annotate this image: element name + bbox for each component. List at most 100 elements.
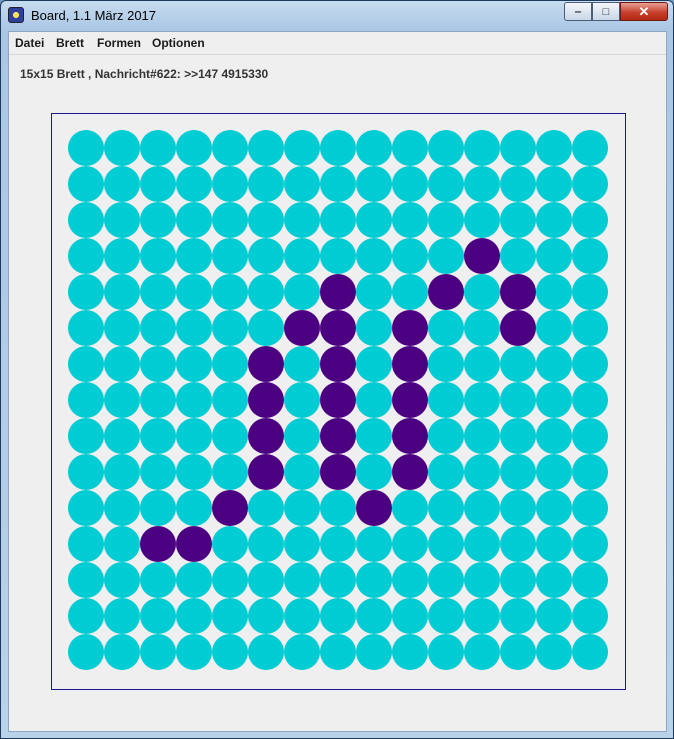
board-cell-empty[interactable] [572,310,608,346]
board-cell-empty[interactable] [68,598,104,634]
board-cell-empty[interactable] [68,310,104,346]
title-bar[interactable]: Board, 1.1 März 2017 ‒ □ ✕ [1,1,673,31]
board-cell-empty[interactable] [464,454,500,490]
board-cell-empty[interactable] [392,490,428,526]
maximize-button[interactable]: □ [592,2,620,21]
board-cell-filled[interactable] [176,526,212,562]
board-cell-empty[interactable] [140,346,176,382]
board-cell-empty[interactable] [176,382,212,418]
board-cell-empty[interactable] [392,274,428,310]
board-cell-empty[interactable] [428,130,464,166]
board-cell-empty[interactable] [392,238,428,274]
board-cell-empty[interactable] [68,634,104,670]
board-cell-empty[interactable] [356,130,392,166]
board-cell-empty[interactable] [356,238,392,274]
board-cell-empty[interactable] [248,526,284,562]
board-cell-filled[interactable] [500,274,536,310]
board-cell-empty[interactable] [356,454,392,490]
board-cell-empty[interactable] [428,418,464,454]
board-cell-empty[interactable] [212,238,248,274]
board-cell-empty[interactable] [212,418,248,454]
board-cell-empty[interactable] [176,418,212,454]
board-cell-empty[interactable] [284,418,320,454]
board-cell-empty[interactable] [68,238,104,274]
board-cell-empty[interactable] [428,166,464,202]
board-cell-empty[interactable] [140,634,176,670]
board-cell-empty[interactable] [320,202,356,238]
board-cell-filled[interactable] [392,310,428,346]
board-cell-empty[interactable] [176,310,212,346]
board-cell-empty[interactable] [464,418,500,454]
board-cell-empty[interactable] [248,490,284,526]
board-cell-empty[interactable] [500,166,536,202]
board-cell-filled[interactable] [140,526,176,562]
board-cell-empty[interactable] [500,238,536,274]
menu-formen[interactable]: Formen [97,36,141,50]
board-cell-empty[interactable] [500,598,536,634]
board-cell-empty[interactable] [104,166,140,202]
board-cell-empty[interactable] [140,274,176,310]
board-cell-empty[interactable] [500,346,536,382]
board-cell-empty[interactable] [428,562,464,598]
board-cell-filled[interactable] [392,454,428,490]
board-cell-empty[interactable] [284,562,320,598]
board-cell-empty[interactable] [68,562,104,598]
board-cell-empty[interactable] [536,310,572,346]
board-cell-empty[interactable] [500,634,536,670]
board-cell-empty[interactable] [320,598,356,634]
board-cell-empty[interactable] [572,418,608,454]
board-cell-empty[interactable] [536,490,572,526]
board-cell-filled[interactable] [392,382,428,418]
board-cell-empty[interactable] [248,634,284,670]
board-cell-empty[interactable] [104,130,140,166]
menu-optionen[interactable]: Optionen [152,36,205,50]
board-cell-empty[interactable] [68,382,104,418]
board-cell-empty[interactable] [428,382,464,418]
board-cell-empty[interactable] [536,238,572,274]
board-cell-empty[interactable] [140,598,176,634]
board-cell-empty[interactable] [536,562,572,598]
board-cell-empty[interactable] [248,202,284,238]
board-cell-empty[interactable] [572,130,608,166]
board-cell-filled[interactable] [500,310,536,346]
board-cell-empty[interactable] [464,562,500,598]
board-cell-empty[interactable] [140,454,176,490]
board-cell-empty[interactable] [68,130,104,166]
board-cell-filled[interactable] [428,274,464,310]
board-cell-empty[interactable] [284,526,320,562]
board-cell-empty[interactable] [572,454,608,490]
board-cell-empty[interactable] [212,598,248,634]
board-cell-empty[interactable] [464,166,500,202]
board-cell-empty[interactable] [356,346,392,382]
board-cell-empty[interactable] [392,562,428,598]
board-cell-filled[interactable] [284,310,320,346]
board-cell-empty[interactable] [572,490,608,526]
board-cell-empty[interactable] [356,202,392,238]
board-cell-empty[interactable] [356,166,392,202]
board-cell-empty[interactable] [536,418,572,454]
board-cell-empty[interactable] [320,238,356,274]
board-cell-filled[interactable] [320,310,356,346]
board-cell-empty[interactable] [320,634,356,670]
board-cell-empty[interactable] [320,490,356,526]
board-cell-empty[interactable] [140,418,176,454]
board-cell-empty[interactable] [500,130,536,166]
board-cell-empty[interactable] [464,598,500,634]
board-cell-empty[interactable] [500,526,536,562]
board-cell-empty[interactable] [284,166,320,202]
board-cell-empty[interactable] [464,526,500,562]
board-cell-empty[interactable] [428,202,464,238]
board-cell-empty[interactable] [572,238,608,274]
board-cell-empty[interactable] [428,634,464,670]
board-cell-empty[interactable] [284,202,320,238]
board-cell-empty[interactable] [572,382,608,418]
board-cell-filled[interactable] [392,346,428,382]
minimize-button[interactable]: ‒ [564,2,592,21]
board-cell-empty[interactable] [176,202,212,238]
board-cell-empty[interactable] [572,598,608,634]
board-cell-empty[interactable] [320,526,356,562]
board-cell-empty[interactable] [500,202,536,238]
board-cell-empty[interactable] [212,382,248,418]
board-cell-empty[interactable] [428,238,464,274]
board-cell-empty[interactable] [428,598,464,634]
